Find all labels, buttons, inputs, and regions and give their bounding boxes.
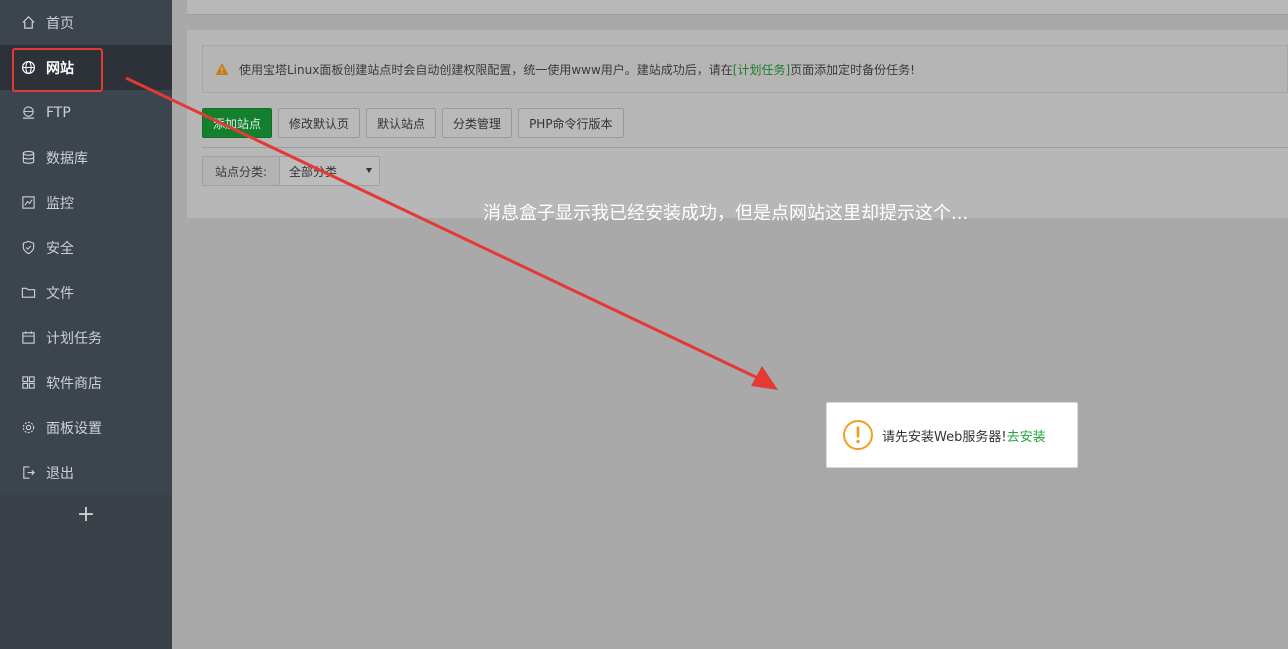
category-manage-button[interactable]: 分类管理 [442,108,513,138]
sidebar-item-cron[interactable]: 计划任务 [0,315,172,360]
sidebar-item-ftp[interactable]: FTP [0,90,172,135]
calendar-icon [20,330,36,346]
sidebar-item-files[interactable]: 文件 [0,270,172,315]
sidebar-item-security[interactable]: 安全 [0,225,172,270]
sidebar-item-settings[interactable]: 面板设置 [0,405,172,450]
sidebar-item-label: 安全 [46,240,74,257]
site-category-filter: 站点分类: 全部分类 [202,156,380,186]
notice-text: 使用宝塔Linux面板创建站点时会自动创建权限配置，统一使用www用户。建站成功… [239,62,733,77]
top-panel [187,0,1288,15]
php-cli-version-button[interactable]: PHP命令行版本 [518,108,624,138]
category-select[interactable]: 全部分类 [280,157,379,185]
alert-icon [843,420,873,450]
category-select-value: 全部分类 [289,164,338,179]
install-link[interactable]: 去安装 [1007,426,1046,445]
sidebar-item-home[interactable]: 首页 [0,0,172,45]
sidebar-item-label: 面板设置 [46,420,102,437]
shield-icon [20,240,36,256]
toolbar: 添加站点 修改默认页 默认站点 分类管理 PHP命令行版本 [202,108,630,138]
sidebar-item-store[interactable]: 软件商店 [0,360,172,405]
sidebar: 首页 网站 FTP 数据库 监控 安全 文件 计划任务 软件商店 面板设置 退出… [0,0,172,649]
filter-label: 站点分类: [203,157,280,185]
sidebar-item-label: 软件商店 [46,375,102,392]
folder-icon [20,285,36,301]
ftp-icon [20,105,36,121]
sidebar-item-label: 退出 [46,465,74,482]
toast-text: 请先安装Web服务器! [882,429,1007,445]
chevron-down-icon [366,168,372,173]
cron-task-link[interactable]: [计划任务] [733,61,790,78]
sidebar-item-logout[interactable]: 退出 [0,450,172,495]
home-icon [20,15,36,31]
notice-text-tail: 页面添加定时备份任务! [790,62,915,77]
annotation-caption: 消息盒子显示我已经安装成功，但是点网站这里却提示这个... [483,203,969,224]
toast-message: 请先安装Web服务器! 去安装 [826,402,1078,468]
default-site-button[interactable]: 默认站点 [366,108,437,138]
sidebar-item-label: 首页 [46,15,74,32]
divider [202,147,1288,148]
sidebar-item-label: 计划任务 [46,330,102,347]
sidebar-item-label: 文件 [46,285,74,302]
sidebar-item-database[interactable]: 数据库 [0,135,172,180]
sidebar-item-label: 网站 [46,60,74,77]
site-panel: 使用宝塔Linux面板创建站点时会自动创建权限配置，统一使用www用户。建站成功… [187,30,1288,218]
add-menu-button[interactable]: + [0,494,172,534]
warning-icon [215,63,229,75]
gear-icon [20,420,36,436]
sidebar-item-label: 数据库 [46,150,88,167]
logout-icon [20,465,36,481]
sidebar-item-monitor[interactable]: 监控 [0,180,172,225]
sidebar-item-label: FTP [46,104,71,121]
sidebar-item-website[interactable]: 网站 [0,45,172,90]
globe-icon [20,60,36,76]
add-site-button[interactable]: 添加站点 [202,108,273,138]
database-icon [20,150,36,166]
monitor-icon [20,195,36,211]
grid-icon [20,375,36,391]
edit-default-page-button[interactable]: 修改默认页 [278,108,361,138]
notice-bar: 使用宝塔Linux面板创建站点时会自动创建权限配置，统一使用www用户。建站成功… [202,45,1288,93]
sidebar-item-label: 监控 [46,195,74,212]
